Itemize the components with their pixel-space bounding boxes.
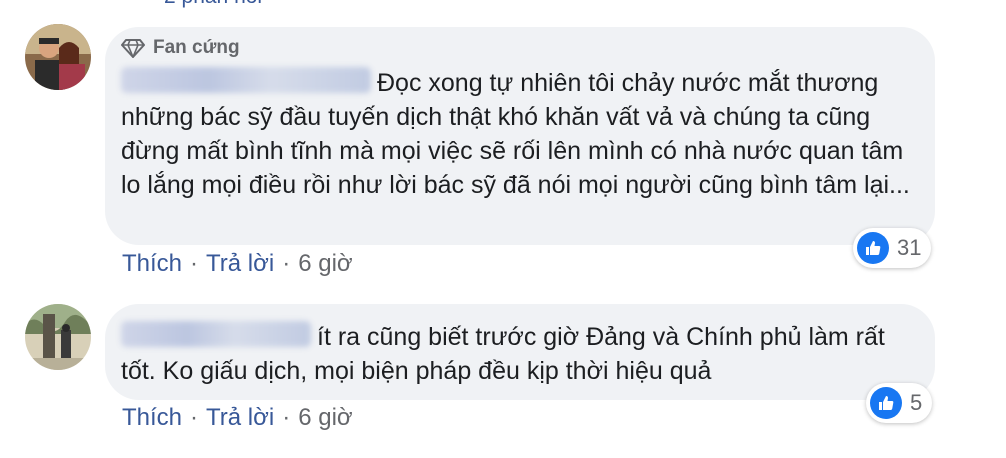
- separator: ·: [282, 404, 291, 431]
- reply-button[interactable]: Trả lời: [206, 250, 274, 278]
- timestamp[interactable]: 6 giờ: [298, 404, 352, 432]
- like-button[interactable]: Thích: [122, 404, 182, 432]
- reaction-summary[interactable]: 31: [853, 228, 932, 268]
- reaction-summary[interactable]: 5: [866, 383, 933, 423]
- reaction-count: 5: [910, 390, 923, 415]
- comment-actions: Thích · Trả lời · 6 giờ: [122, 250, 353, 278]
- badge-label: Fan cứng: [153, 37, 240, 58]
- fan-badge: Fan cứng: [121, 37, 240, 59]
- thumbs-up-icon: [866, 241, 881, 255]
- author-name-blurred[interactable]: [121, 321, 311, 348]
- comment-body: ít ra cũng biết trước giờ Đảng và Chính …: [121, 320, 921, 388]
- reply-button[interactable]: Trả lời: [206, 404, 274, 432]
- avatar[interactable]: [25, 304, 91, 370]
- comment-body: Đọc xong tự nhiên tôi chảy nước mắt thươ…: [121, 66, 921, 202]
- view-replies-label: 2 phản hồi: [164, 0, 262, 9]
- separator: ·: [282, 250, 291, 277]
- separator: ·: [190, 404, 199, 431]
- comment-bubble: Fan cứng Đọc xong tự nhiên tôi chảy nước…: [105, 27, 935, 245]
- author-name-blurred[interactable]: [121, 67, 371, 94]
- diamond-icon: [121, 39, 145, 58]
- like-icon: [870, 387, 902, 419]
- view-replies-link[interactable]: 2 phản hồi: [128, 0, 262, 8]
- reaction-count: 31: [897, 235, 922, 260]
- like-button[interactable]: Thích: [122, 250, 182, 278]
- avatar[interactable]: [25, 24, 91, 90]
- comment-actions: Thích · Trả lời · 6 giờ: [122, 404, 353, 432]
- like-icon: [857, 232, 889, 264]
- comment-bubble: ít ra cũng biết trước giờ Đảng và Chính …: [105, 304, 935, 400]
- timestamp[interactable]: 6 giờ: [298, 250, 352, 278]
- thumbs-up-icon: [879, 396, 894, 410]
- avatar-photo: [25, 304, 91, 370]
- separator: ·: [190, 250, 199, 277]
- avatar-photo: [25, 24, 91, 90]
